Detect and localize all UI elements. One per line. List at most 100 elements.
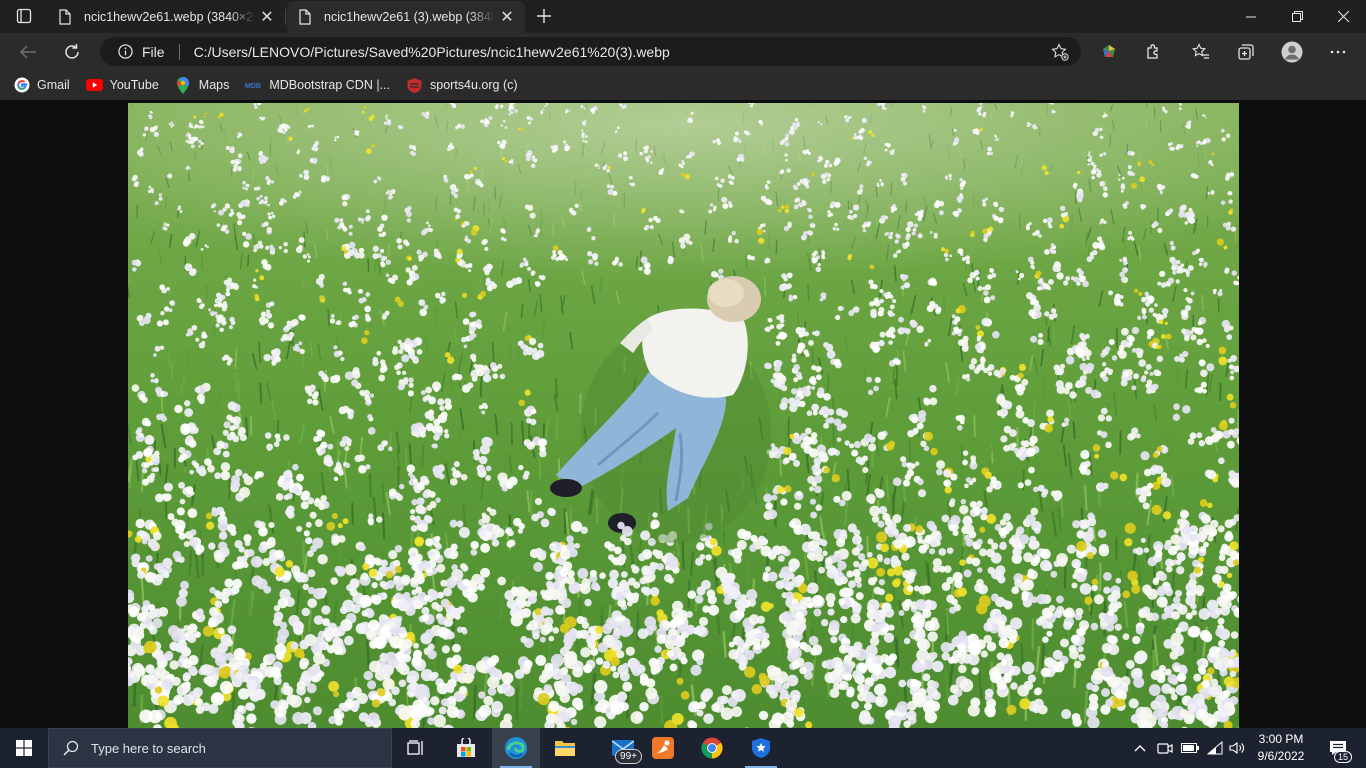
show-hidden-icons-button[interactable] bbox=[1130, 728, 1150, 768]
star-plus-icon bbox=[1051, 42, 1069, 61]
battery-button[interactable] bbox=[1179, 728, 1201, 768]
store-icon bbox=[457, 738, 475, 757]
tab-2-title: ncic1hewv2e61 (3).webp (3840×2160) bbox=[324, 10, 495, 24]
wifi-icon bbox=[1207, 741, 1223, 755]
windows-logo-icon bbox=[16, 740, 32, 756]
back-arrow-icon bbox=[19, 45, 36, 59]
network-button[interactable] bbox=[1204, 728, 1226, 768]
bookmark-label: Gmail bbox=[37, 78, 70, 92]
file-icon bbox=[297, 9, 313, 25]
more-dots-icon bbox=[1330, 50, 1346, 54]
chevron-up-icon bbox=[1134, 745, 1146, 752]
tab-actions-icon bbox=[16, 8, 32, 24]
favorites-button[interactable] bbox=[1186, 37, 1216, 67]
meet-now-button[interactable] bbox=[1155, 728, 1175, 768]
restore-icon bbox=[1291, 11, 1303, 22]
back-button[interactable] bbox=[13, 37, 43, 67]
svg-text:MDB: MDB bbox=[245, 83, 261, 90]
task-view-button[interactable] bbox=[392, 728, 440, 768]
site-info-button[interactable]: File bbox=[100, 37, 179, 66]
collections-button[interactable] bbox=[1231, 37, 1261, 67]
shield-star-icon bbox=[752, 738, 770, 758]
maps-icon bbox=[175, 76, 192, 94]
windows-taskbar: Type here to search 99+ 3:00 PM 9/6/2022… bbox=[0, 728, 1366, 768]
collections-icon bbox=[1238, 44, 1254, 60]
close-window-button[interactable] bbox=[1320, 0, 1366, 33]
tab-1-title: ncic1hewv2e61.webp (3840×2160) bbox=[84, 10, 255, 24]
clock-date: 9/6/2022 bbox=[1257, 749, 1305, 763]
file-explorer-button[interactable] bbox=[541, 728, 589, 768]
tab-2-active[interactable]: ncic1hewv2e61 (3).webp (3840×2160) ✕ bbox=[287, 1, 525, 33]
plus-icon bbox=[537, 9, 551, 23]
chrome-icon bbox=[701, 737, 723, 759]
notification-count-badge: 15 bbox=[1333, 751, 1352, 763]
url-text[interactable]: C:/Users/LENOVO/Pictures/Saved%20Picture… bbox=[194, 44, 1045, 60]
tab-separator bbox=[285, 9, 286, 25]
favorites-list-icon bbox=[1192, 43, 1209, 59]
volume-button[interactable] bbox=[1226, 728, 1248, 768]
youtube-icon bbox=[85, 77, 103, 94]
edge-taskbar-button[interactable] bbox=[492, 728, 540, 768]
file-icon bbox=[57, 9, 73, 25]
extension-gem-icon bbox=[1103, 45, 1115, 57]
mail-unread-badge: 99+ bbox=[615, 749, 642, 764]
site-info-label: File bbox=[142, 43, 165, 60]
bookmark-mdbootstrap[interactable]: MDB MDBootstrap CDN |... bbox=[245, 72, 390, 98]
image-viewer bbox=[0, 100, 1366, 728]
bookmark-label: YouTube bbox=[109, 78, 159, 92]
address-separator bbox=[178, 43, 180, 60]
bookmarks-bar: Gmail YouTube Maps MDB MDBootstrap CDN |… bbox=[0, 70, 1366, 100]
taskbar-search-box[interactable]: Type here to search bbox=[48, 728, 392, 768]
bookmark-label: sports4u.org (c) bbox=[430, 78, 518, 92]
bookmark-gmail[interactable]: Gmail bbox=[13, 72, 70, 98]
search-placeholder: Type here to search bbox=[91, 740, 206, 756]
microsoft-store-button[interactable] bbox=[442, 728, 490, 768]
system-clock[interactable]: 3:00 PM 9/6/2022 bbox=[1250, 731, 1312, 765]
displayed-photo[interactable] bbox=[128, 103, 1239, 728]
paint-app-icon bbox=[652, 737, 674, 759]
refresh-icon bbox=[65, 44, 79, 59]
minimize-button[interactable] bbox=[1228, 0, 1274, 33]
info-icon bbox=[118, 44, 133, 59]
pinned-app-orange-button[interactable] bbox=[639, 728, 687, 768]
bookmark-sports4u[interactable]: sports4u.org (c) bbox=[406, 72, 518, 98]
bookmark-label: MDBootstrap CDN |... bbox=[269, 78, 390, 92]
speaker-icon bbox=[1229, 741, 1244, 755]
more-menu-button[interactable] bbox=[1323, 37, 1353, 67]
search-icon bbox=[63, 740, 79, 756]
notification-center-button[interactable]: 15 bbox=[1318, 728, 1358, 768]
close-icon bbox=[1337, 11, 1349, 22]
task-view-icon bbox=[407, 740, 423, 755]
tab-actions-button[interactable] bbox=[9, 4, 39, 28]
minimize-icon bbox=[1246, 16, 1256, 17]
bookmark-youtube[interactable]: YouTube bbox=[85, 72, 159, 98]
address-bar[interactable]: File C:/Users/LENOVO/Pictures/Saved%20Pi… bbox=[100, 37, 1081, 66]
avatar-icon bbox=[1281, 41, 1303, 63]
edge-icon bbox=[505, 737, 527, 759]
bookmark-maps[interactable]: Maps bbox=[175, 72, 230, 98]
tab-1[interactable]: ncic1hewv2e61.webp (3840×2160) ✕ bbox=[47, 1, 285, 33]
extension-colorful-button[interactable] bbox=[1094, 37, 1124, 67]
profile-button[interactable] bbox=[1277, 37, 1307, 67]
restore-button[interactable] bbox=[1274, 0, 1320, 33]
add-favorite-button[interactable] bbox=[1045, 37, 1075, 66]
tab-strip: ncic1hewv2e61.webp (3840×2160) ✕ ncic1he… bbox=[0, 0, 1366, 33]
camera-icon bbox=[1157, 743, 1173, 754]
chrome-button[interactable] bbox=[688, 728, 736, 768]
clock-time: 3:00 PM bbox=[1258, 732, 1304, 746]
security-app-button[interactable] bbox=[737, 728, 785, 768]
google-icon bbox=[13, 77, 30, 94]
battery-icon bbox=[1181, 743, 1199, 753]
bookmark-label: Maps bbox=[198, 78, 230, 92]
start-button[interactable] bbox=[0, 728, 48, 768]
tab-2-close-icon[interactable]: ✕ bbox=[495, 5, 519, 29]
tab-1-close-icon[interactable]: ✕ bbox=[255, 5, 279, 29]
mdb-icon: MDB bbox=[245, 77, 262, 94]
extensions-button[interactable] bbox=[1138, 37, 1168, 67]
new-tab-button[interactable] bbox=[530, 4, 558, 28]
puzzle-icon bbox=[1147, 44, 1158, 59]
sports-icon bbox=[406, 77, 423, 94]
folder-icon bbox=[555, 741, 575, 756]
refresh-button[interactable] bbox=[57, 37, 87, 67]
browser-toolbar: File C:/Users/LENOVO/Pictures/Saved%20Pi… bbox=[0, 33, 1366, 70]
